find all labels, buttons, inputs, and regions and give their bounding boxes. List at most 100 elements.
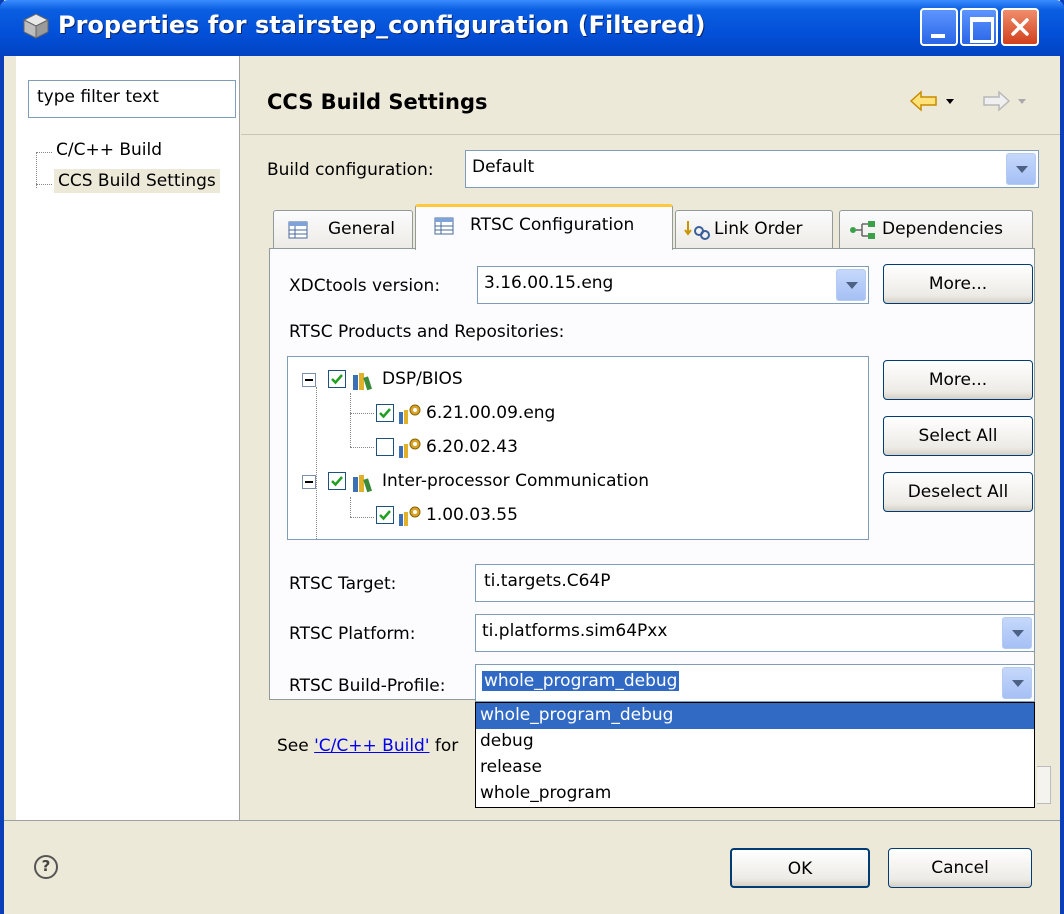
tree-connector	[350, 447, 374, 448]
hidden-button-edge	[1037, 766, 1051, 804]
close-icon	[1011, 18, 1029, 36]
checkmark-icon	[331, 374, 343, 385]
footer-divider	[4, 820, 1060, 821]
rtsc-target-value: ti.targets.C64P	[484, 571, 611, 591]
tree-connector	[350, 393, 351, 447]
tree-connector	[36, 152, 37, 188]
product-version-label: 6.21.00.09.eng	[426, 403, 556, 423]
properties-dialog: Properties for stairstep_configuration (…	[0, 0, 1064, 914]
books-icon	[353, 475, 373, 493]
tab-link-order[interactable]: Link Order	[675, 210, 833, 248]
xdctools-version-value: 3.16.00.15.eng	[484, 273, 614, 293]
tab-link-order-label: Link Order	[714, 219, 803, 239]
tree-connector	[36, 152, 52, 153]
xdctools-version-label: XDCtools version:	[289, 276, 441, 296]
checkbox-bios-6-20[interactable]	[376, 438, 394, 456]
dialog-content: type filter text C/C++ Build CCS Build S…	[4, 56, 1060, 914]
chevron-down-icon[interactable]	[1002, 667, 1032, 699]
forward-dropdown-icon	[1018, 99, 1026, 104]
dropdown-option[interactable]: debug	[476, 729, 1034, 755]
rtsc-platform-select[interactable]: ti.platforms.sim64Pxx	[475, 614, 1035, 652]
tab-rtsc-configuration-label: RTSC Configuration	[470, 215, 635, 235]
maximize-button[interactable]	[960, 8, 998, 46]
rtsc-platform-value: ti.platforms.sim64Pxx	[482, 621, 668, 641]
help-icon[interactable]: ?	[34, 855, 58, 879]
table-icon	[288, 221, 308, 239]
product-version-label: 1.00.03.55	[426, 505, 518, 525]
products-more-button[interactable]: More...	[883, 360, 1033, 400]
tab-general[interactable]: General	[273, 210, 413, 248]
window-title: Properties for stairstep_configuration (…	[58, 11, 706, 39]
back-dropdown-icon[interactable]	[945, 96, 955, 106]
collapse-toggle-dsp-bios[interactable]	[302, 373, 316, 387]
package-gear-icon	[399, 506, 421, 526]
tree-connector	[350, 497, 351, 517]
dropdown-option[interactable]: whole_program	[476, 781, 1034, 807]
build-profile-dropdown-list[interactable]: whole_program_debug debug release whole_…	[475, 702, 1035, 808]
product-label: DSP/BIOS	[382, 369, 463, 389]
dropdown-option[interactable]: whole_program_debug	[476, 703, 1034, 729]
chevron-down-icon[interactable]	[1002, 617, 1032, 649]
tab-rtsc-configuration[interactable]: RTSC Configuration	[415, 204, 673, 250]
page-title: CCS Build Settings	[267, 90, 488, 114]
dependencies-icon	[850, 221, 875, 239]
tree-connector	[350, 413, 374, 414]
products-tree[interactable]: DSP/BIOS 6.21.00.09.eng 6.20.02.43 Inter…	[287, 356, 869, 540]
checkbox-bios-6-21[interactable]	[376, 404, 394, 422]
tree-connector	[36, 184, 52, 185]
link-order-icon	[684, 221, 710, 240]
minimize-button[interactable]	[920, 8, 958, 46]
cpp-build-link[interactable]: 'C/C++ Build'	[314, 736, 429, 756]
chevron-down-icon[interactable]	[836, 269, 866, 301]
books-icon	[353, 373, 373, 391]
package-gear-icon	[399, 438, 421, 458]
nav-item-ccs-build-settings[interactable]: CCS Build Settings	[54, 169, 220, 193]
rtsc-build-profile-select[interactable]: whole_program_debug	[475, 664, 1035, 702]
cancel-button[interactable]: Cancel	[888, 848, 1032, 888]
history-navigation	[909, 86, 1039, 116]
checkbox-ipc-1-00[interactable]	[376, 506, 394, 524]
ok-button[interactable]: OK	[730, 848, 870, 888]
collapse-toggle-ipc[interactable]	[302, 475, 316, 489]
build-configuration-select[interactable]: Default	[465, 150, 1039, 188]
tab-general-label: General	[328, 219, 395, 239]
settings-pane: CCS Build Settings Build configuration: …	[241, 56, 1060, 820]
navigation-pane: type filter text C/C++ Build CCS Build S…	[16, 56, 240, 820]
product-version-label: 6.20.02.43	[426, 437, 518, 457]
table-icon	[434, 217, 454, 235]
xdctools-more-button[interactable]: More...	[883, 264, 1033, 304]
tab-dependencies-label: Dependencies	[882, 219, 1003, 239]
products-repositories-label: RTSC Products and Repositories:	[289, 322, 565, 342]
dropdown-option[interactable]: release	[476, 755, 1034, 781]
select-all-button[interactable]: Select All	[883, 416, 1033, 456]
checkbox-dsp-bios[interactable]	[328, 370, 346, 388]
package-gear-icon	[399, 404, 421, 424]
rtsc-target-label: RTSC Target:	[289, 574, 397, 594]
rtsc-target-input[interactable]: ti.targets.C64P	[475, 564, 1035, 602]
chevron-down-icon[interactable]	[1006, 153, 1036, 185]
filter-placeholder: type filter text	[37, 87, 159, 107]
tree-connector	[316, 387, 317, 539]
nav-item-cpp-build[interactable]: C/C++ Build	[56, 140, 162, 160]
checkmark-icon	[379, 510, 391, 521]
rtsc-platform-label: RTSC Platform:	[289, 624, 416, 644]
checkbox-ipc[interactable]	[328, 472, 346, 490]
forward-arrow-icon	[983, 90, 1011, 112]
close-button[interactable]	[1001, 8, 1039, 46]
see-build-note: See 'C/C++ Build' for	[277, 736, 458, 756]
rtsc-build-profile-label: RTSC Build-Profile:	[289, 676, 446, 696]
xdctools-version-select[interactable]: 3.16.00.15.eng	[477, 266, 869, 304]
rtsc-build-profile-value: whole_program_debug	[482, 671, 680, 691]
checkmark-icon	[379, 408, 391, 419]
properties-cube-icon	[22, 13, 50, 39]
tab-dependencies[interactable]: Dependencies	[839, 210, 1033, 248]
filter-input[interactable]: type filter text	[28, 80, 236, 118]
back-arrow-icon[interactable]	[909, 90, 939, 112]
tree-connector	[350, 517, 374, 518]
title-bar[interactable]: Properties for stairstep_configuration (…	[0, 0, 1064, 56]
header-divider	[241, 134, 1060, 135]
product-label: Inter-processor Communication	[382, 471, 650, 491]
checkmark-icon	[331, 476, 343, 487]
note-suffix: for	[429, 736, 459, 756]
deselect-all-button[interactable]: Deselect All	[883, 472, 1033, 512]
